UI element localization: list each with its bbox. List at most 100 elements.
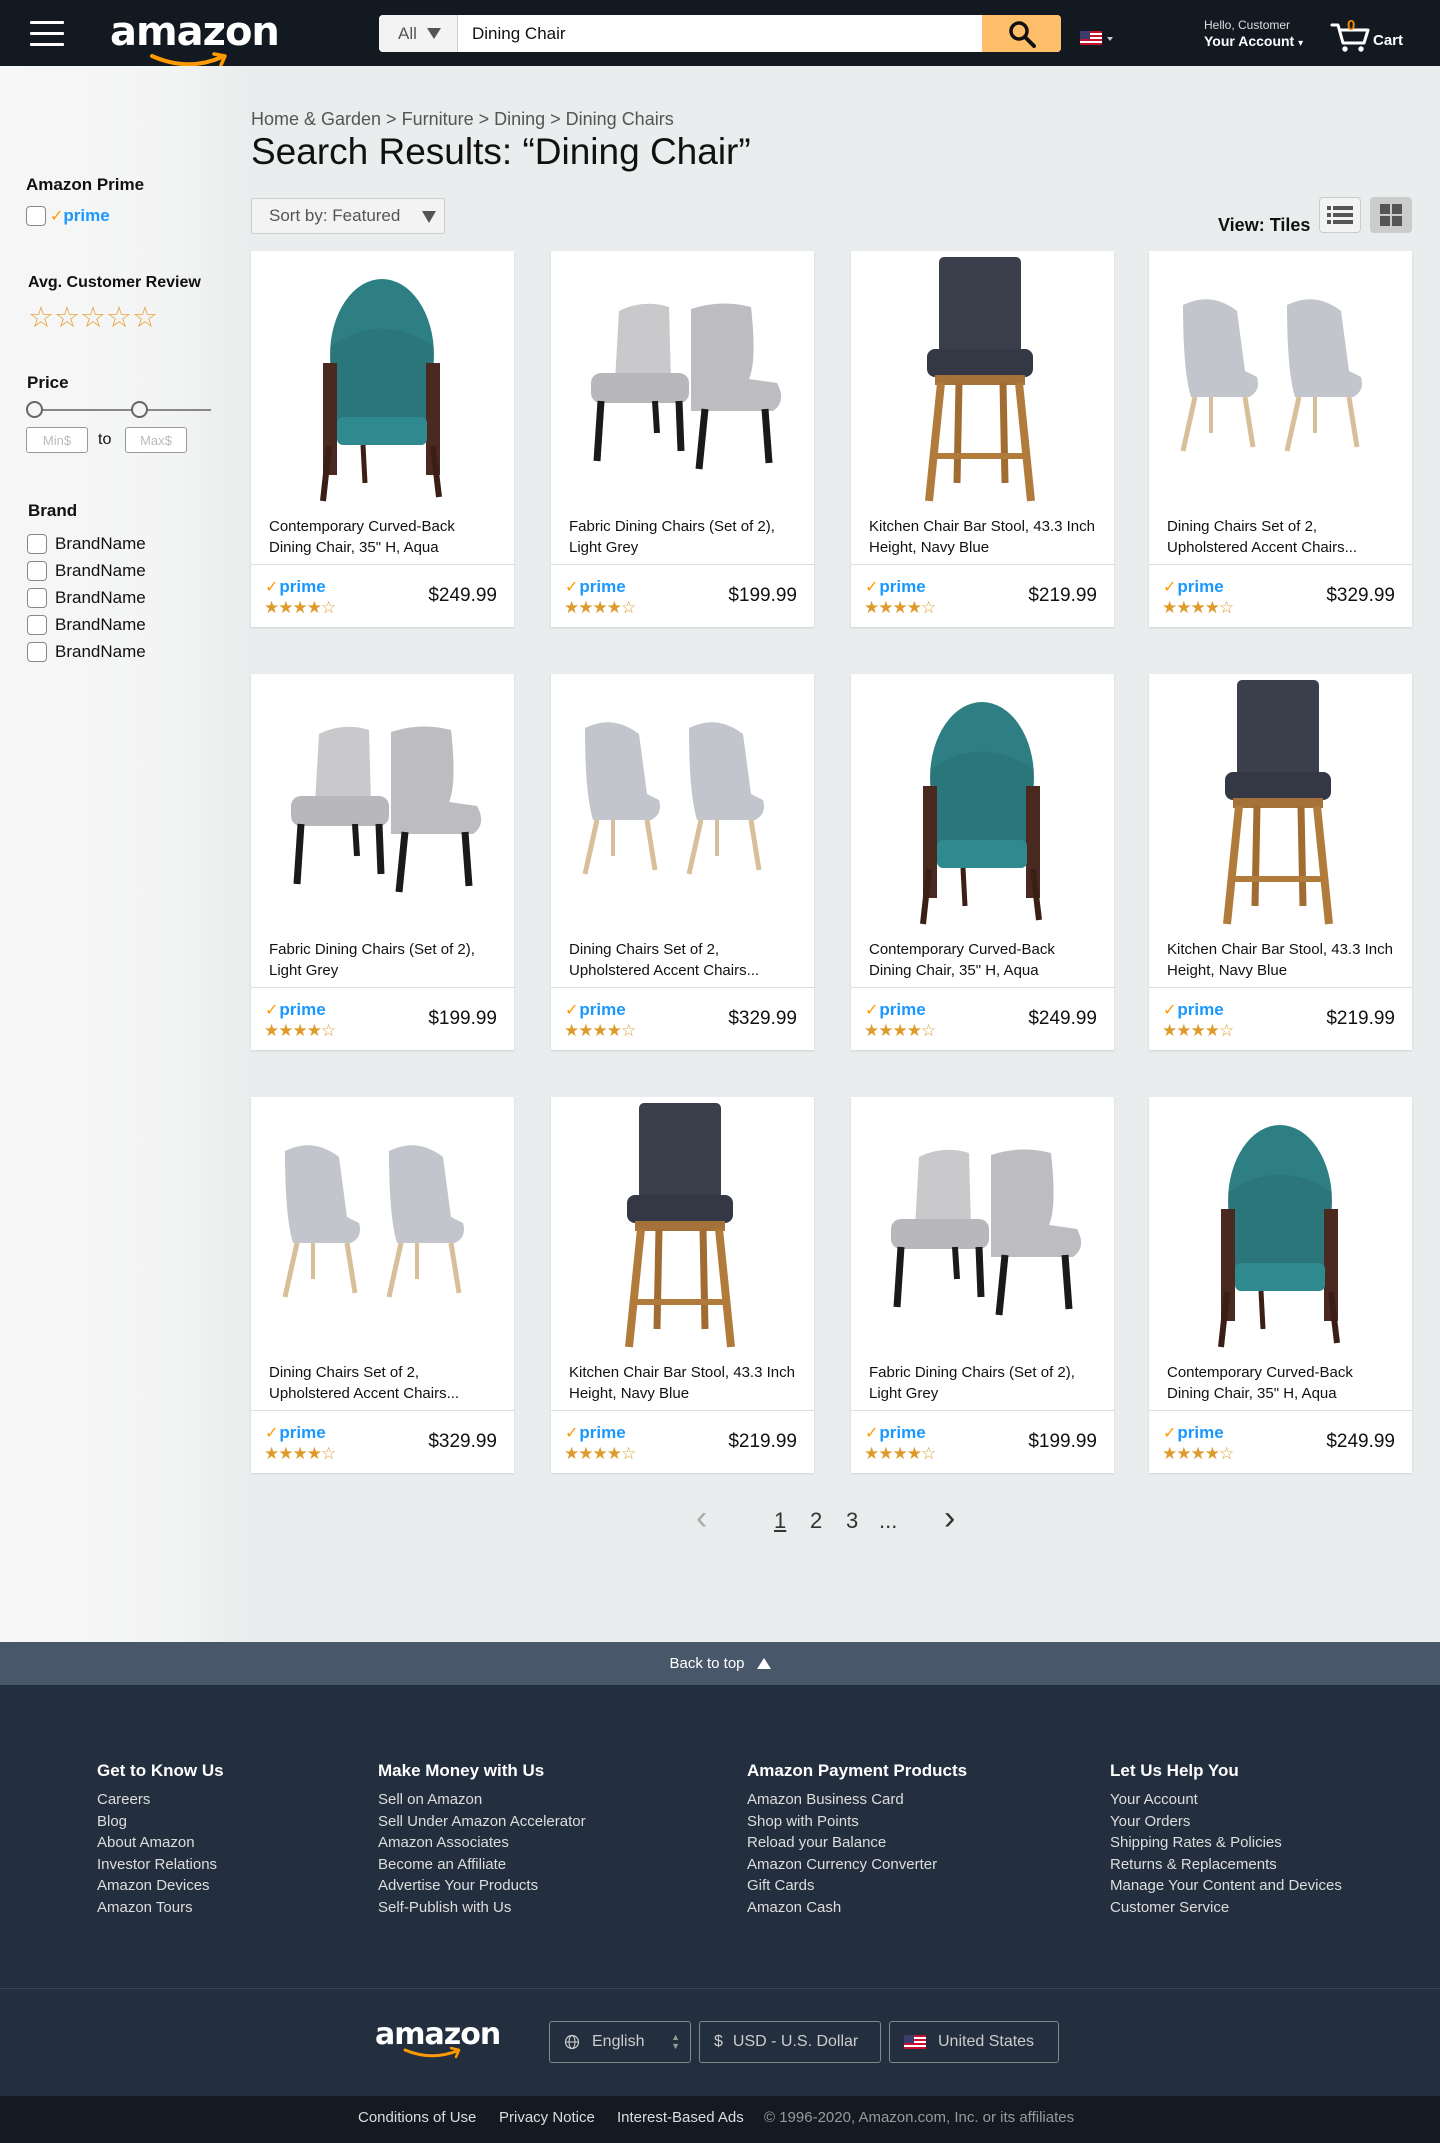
product-title[interactable]: Kitchen Chair Bar Stool, 43.3 Inch Heigh… bbox=[869, 516, 1099, 558]
prime-filter-option[interactable]: ✓ prime bbox=[26, 206, 110, 226]
product-image[interactable] bbox=[851, 674, 1114, 934]
brand-option[interactable]: BrandName bbox=[27, 588, 146, 608]
footer-link[interactable]: Shop with Points bbox=[747, 1811, 967, 1833]
product-card[interactable]: Dining Chairs Set of 2, Upholstered Acce… bbox=[251, 1097, 514, 1473]
footer-link[interactable]: Become an Affiliate bbox=[378, 1854, 586, 1876]
search-category-select[interactable]: All bbox=[379, 15, 458, 52]
footer-link[interactable]: Amazon Currency Converter bbox=[747, 1854, 967, 1876]
product-card[interactable]: Kitchen Chair Bar Stool, 43.3 Inch Heigh… bbox=[551, 1097, 814, 1473]
footer-link[interactable]: Amazon Associates bbox=[378, 1832, 586, 1854]
brand-checkbox[interactable] bbox=[27, 534, 47, 554]
product-title[interactable]: Dining Chairs Set of 2, Upholstered Acce… bbox=[569, 939, 799, 981]
footer-link[interactable]: Sell on Amazon bbox=[378, 1789, 586, 1811]
product-title[interactable]: Kitchen Chair Bar Stool, 43.3 Inch Heigh… bbox=[569, 1362, 799, 1404]
price-slider-max-handle[interactable] bbox=[131, 401, 148, 418]
product-image[interactable] bbox=[551, 674, 814, 934]
search-input[interactable] bbox=[458, 15, 980, 52]
product-rating[interactable]: ★★★★☆ bbox=[1162, 1444, 1234, 1464]
back-to-top-button[interactable]: Back to top bbox=[0, 1642, 1440, 1685]
footer-link[interactable]: Blog bbox=[97, 1811, 224, 1833]
prime-checkbox[interactable] bbox=[26, 206, 46, 226]
footer-link[interactable]: About Amazon bbox=[97, 1832, 224, 1854]
product-image[interactable] bbox=[251, 674, 514, 934]
price-max-input[interactable]: Max$ bbox=[125, 427, 187, 453]
pagination-next-icon[interactable]: › bbox=[944, 1499, 955, 1538]
footer-link[interactable]: Sell Under Amazon Accelerator bbox=[378, 1811, 586, 1833]
footer-link[interactable]: Manage Your Content and Devices bbox=[1110, 1875, 1342, 1897]
product-title[interactable]: Fabric Dining Chairs (Set of 2), Light G… bbox=[569, 516, 799, 558]
product-rating[interactable]: ★★★★☆ bbox=[264, 1021, 336, 1041]
privacy-notice-link[interactable]: Privacy Notice bbox=[499, 2109, 595, 2126]
conditions-of-use-link[interactable]: Conditions of Use bbox=[358, 2109, 476, 2126]
brand-checkbox[interactable] bbox=[27, 615, 47, 635]
language-flag-select[interactable] bbox=[1080, 30, 1116, 46]
product-card[interactable]: Contemporary Curved-Back Dining Chair, 3… bbox=[251, 251, 514, 627]
product-title[interactable]: Contemporary Curved-Back Dining Chair, 3… bbox=[269, 516, 499, 558]
footer-link[interactable]: Customer Service bbox=[1110, 1897, 1342, 1919]
footer-link[interactable]: Amazon Tours bbox=[97, 1897, 224, 1919]
product-image[interactable] bbox=[1149, 674, 1412, 934]
product-card[interactable]: Fabric Dining Chairs (Set of 2), Light G… bbox=[551, 251, 814, 627]
product-image[interactable] bbox=[1149, 1097, 1412, 1357]
footer-link[interactable]: Advertise Your Products bbox=[378, 1875, 586, 1897]
footer-link[interactable]: Returns & Replacements bbox=[1110, 1854, 1342, 1876]
product-image[interactable] bbox=[851, 251, 1114, 511]
price-slider-min-handle[interactable] bbox=[26, 401, 43, 418]
product-card[interactable]: Dining Chairs Set of 2, Upholstered Acce… bbox=[1149, 251, 1412, 627]
amazon-logo[interactable]: amazon bbox=[110, 12, 280, 72]
footer-link[interactable]: Your Account bbox=[1110, 1789, 1342, 1811]
brand-checkbox[interactable] bbox=[27, 561, 47, 581]
pagination-page-3[interactable]: 3 bbox=[846, 1508, 858, 1534]
footer-amazon-logo[interactable]: amazon bbox=[375, 2020, 501, 2059]
sort-select[interactable]: Sort by: Featured bbox=[251, 198, 445, 234]
footer-link[interactable]: Gift Cards bbox=[747, 1875, 967, 1897]
pagination-prev-icon[interactable]: ‹ bbox=[696, 1499, 707, 1538]
grid-view-button[interactable] bbox=[1370, 197, 1412, 233]
currency-select[interactable]: $ USD - U.S. Dollar bbox=[699, 2021, 881, 2063]
product-card[interactable]: Fabric Dining Chairs (Set of 2), Light G… bbox=[851, 1097, 1114, 1473]
product-rating[interactable]: ★★★★☆ bbox=[264, 598, 336, 618]
country-select[interactable]: United States bbox=[889, 2021, 1059, 2063]
footer-link[interactable]: Shipping Rates & Policies bbox=[1110, 1832, 1342, 1854]
price-slider-track[interactable] bbox=[36, 409, 211, 411]
account-menu[interactable]: Hello, Customer Your Account ▾ bbox=[1204, 18, 1303, 49]
product-card[interactable]: Kitchen Chair Bar Stool, 43.3 Inch Heigh… bbox=[851, 251, 1114, 627]
product-image[interactable] bbox=[551, 1097, 814, 1357]
menu-icon[interactable] bbox=[30, 21, 64, 47]
product-title[interactable]: Contemporary Curved-Back Dining Chair, 3… bbox=[1167, 1362, 1397, 1404]
footer-link[interactable]: Amazon Cash bbox=[747, 1897, 967, 1919]
product-rating[interactable]: ★★★★☆ bbox=[564, 1444, 636, 1464]
product-rating[interactable]: ★★★★☆ bbox=[1162, 1021, 1234, 1041]
product-image[interactable] bbox=[1149, 251, 1412, 511]
product-title[interactable]: Fabric Dining Chairs (Set of 2), Light G… bbox=[269, 939, 499, 981]
product-rating[interactable]: ★★★★☆ bbox=[264, 1444, 336, 1464]
footer-link[interactable]: Reload your Balance bbox=[747, 1832, 967, 1854]
footer-link[interactable]: Amazon Business Card bbox=[747, 1789, 967, 1811]
cart-button[interactable]: 0 Cart bbox=[1330, 17, 1410, 53]
pagination-page-2[interactable]: 2 bbox=[810, 1508, 822, 1534]
search-button[interactable] bbox=[982, 15, 1061, 52]
brand-checkbox[interactable] bbox=[27, 588, 47, 608]
product-rating[interactable]: ★★★★☆ bbox=[864, 1444, 936, 1464]
product-title[interactable]: Dining Chairs Set of 2, Upholstered Acce… bbox=[269, 1362, 499, 1404]
product-rating[interactable]: ★★★★☆ bbox=[564, 598, 636, 618]
review-stars-filter[interactable]: ☆☆☆☆☆ bbox=[28, 300, 158, 335]
footer-link[interactable]: Investor Relations bbox=[97, 1854, 224, 1876]
product-image[interactable] bbox=[551, 251, 814, 511]
product-image[interactable] bbox=[251, 251, 514, 511]
footer-link[interactable]: Amazon Devices bbox=[97, 1875, 224, 1897]
product-card[interactable]: Fabric Dining Chairs (Set of 2), Light G… bbox=[251, 674, 514, 1050]
brand-checkbox[interactable] bbox=[27, 642, 47, 662]
product-title[interactable]: Dining Chairs Set of 2, Upholstered Acce… bbox=[1167, 516, 1397, 558]
pagination-page-1[interactable]: 1 bbox=[774, 1508, 786, 1534]
product-card[interactable]: Kitchen Chair Bar Stool, 43.3 Inch Heigh… bbox=[1149, 674, 1412, 1050]
brand-option[interactable]: BrandName bbox=[27, 561, 146, 581]
brand-option[interactable]: BrandName bbox=[27, 534, 146, 554]
product-image[interactable] bbox=[251, 1097, 514, 1357]
product-image[interactable] bbox=[851, 1097, 1114, 1357]
product-card[interactable]: Contemporary Curved-Back Dining Chair, 3… bbox=[1149, 1097, 1412, 1473]
product-rating[interactable]: ★★★★☆ bbox=[864, 1021, 936, 1041]
product-title[interactable]: Contemporary Curved-Back Dining Chair, 3… bbox=[869, 939, 1099, 981]
breadcrumb[interactable]: Home & Garden > Furniture > Dining > Din… bbox=[251, 109, 674, 130]
list-view-button[interactable] bbox=[1319, 197, 1361, 233]
